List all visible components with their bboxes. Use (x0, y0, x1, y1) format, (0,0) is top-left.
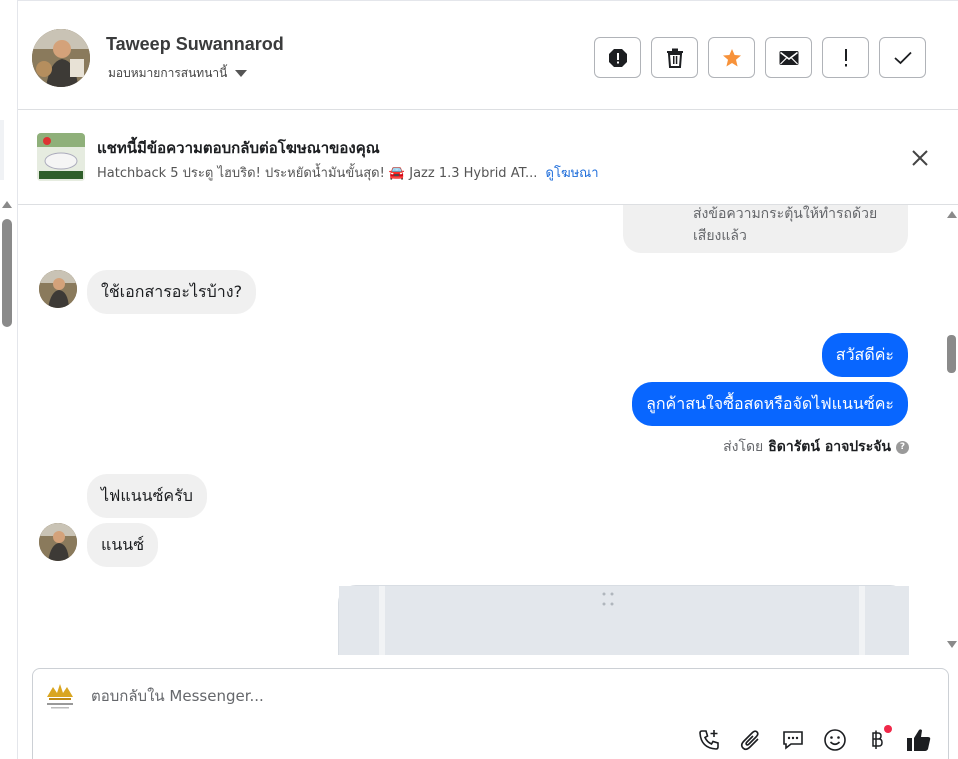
trash-icon (666, 48, 683, 68)
view-ad-link[interactable]: ดูโฆษณา (546, 166, 599, 181)
scroll-down-arrow[interactable] (947, 641, 957, 648)
payment-button[interactable] (864, 725, 892, 753)
saved-reply-icon (783, 731, 803, 750)
follow-up-button[interactable] (822, 37, 869, 78)
scroll-thumb[interactable] (947, 335, 956, 373)
ad-banner-title: แชทนี้มีข้อความตอบกลับต่อโฆษณาของคุณ (97, 139, 380, 157)
notification-dot (884, 725, 892, 733)
conversation-header: Taweep Suwannarod มอบหมายการสนทนานี้ (18, 0, 958, 110)
composer-toolbar (696, 725, 932, 753)
ad-reply-banner: แชทนี้มีข้อความตอบกลับต่อโฆษณาของคุณ Hat… (18, 110, 958, 205)
contact-name[interactable]: Taweep Suwannarod (106, 34, 284, 55)
exclamation-icon (844, 48, 847, 66)
outer-scrollbar[interactable] (0, 195, 14, 665)
close-banner-button[interactable] (910, 148, 930, 168)
message-outgoing: สวัสดีค่ะ (821, 333, 908, 377)
star-icon (722, 48, 741, 66)
image-attachment[interactable] (338, 585, 909, 655)
saved-replies-button[interactable] (780, 727, 806, 753)
thread-scrollbar[interactable] (944, 205, 958, 655)
message-incoming: แนนซ์ (87, 523, 159, 567)
paperclip-icon (740, 730, 759, 751)
scroll-thumb[interactable] (2, 219, 12, 327)
partial-line-1: ส่งข้อความกระตุ้นให้ทำรถด้วย (693, 206, 878, 222)
message-bubble-partial: ส่งข้อความกระตุ้นให้ทำรถด้วย เสียงแล้ว (623, 205, 908, 253)
conversation-actions (594, 37, 926, 78)
assign-conversation-dropdown[interactable]: มอบหมายการสนทนานี้ (108, 64, 248, 83)
like-button[interactable] (906, 727, 932, 753)
contact-avatar[interactable] (32, 29, 90, 87)
mark-unread-button[interactable] (765, 37, 812, 78)
sent-by-name[interactable]: ธิดารัตน์ อาจประจัน (768, 436, 891, 458)
emoji-button[interactable] (822, 727, 848, 753)
ad-banner-subtitle: Hatchback 5 ประตู ไฮบริด! ประหยัดน้ำมันข… (97, 162, 599, 183)
caret-down-icon (235, 70, 248, 77)
partial-line-2: เสียงแล้ว (693, 228, 747, 244)
reply-input[interactable] (91, 687, 691, 705)
message-incoming: ไฟแนนซ์ครับ (87, 474, 207, 518)
contact-avatar-small (39, 523, 77, 561)
message-incoming: ใช้เอกสารอะไรบ้าง? (87, 270, 257, 314)
close-icon (912, 150, 928, 166)
page-logo (43, 681, 77, 711)
call-button[interactable] (696, 727, 722, 753)
thumbs-up-icon (907, 729, 931, 751)
ad-thumbnail[interactable] (37, 133, 85, 181)
emoji-icon (824, 729, 846, 751)
assign-label: มอบหมายการสนทนานี้ (108, 66, 228, 80)
scroll-up-arrow[interactable] (2, 201, 12, 208)
delete-button[interactable] (651, 37, 698, 78)
sent-by-prefix: ส่งโดย (723, 439, 764, 455)
scroll-up-arrow[interactable] (947, 211, 957, 218)
message-outgoing: ลูกค้าสนใจซื้อสดหรือจัดไฟแนนซ์คะ (632, 382, 908, 426)
check-icon (893, 51, 912, 64)
contact-avatar-small (39, 270, 77, 308)
question-icon[interactable]: ? (896, 440, 909, 454)
ad-description: Hatchback 5 ประตู ไฮบริด! ประหยัดน้ำมันข… (97, 166, 538, 181)
reply-composer (32, 668, 949, 759)
sent-by-label: ส่งโดย ธิดารัตน์ อาจประจัน ? (723, 436, 909, 458)
star-button[interactable] (708, 37, 755, 78)
messenger-conversation: Taweep Suwannarod มอบหมายการสนทนานี้ แชท… (0, 0, 958, 759)
alert-octagon-icon (608, 48, 627, 67)
attach-button[interactable] (738, 727, 764, 753)
phone-add-icon (699, 730, 719, 750)
message-thread[interactable]: ส่งข้อความกระตุ้นให้ทำรถด้วย เสียงแล้ว ใ… (18, 205, 943, 655)
mark-done-button[interactable] (879, 37, 926, 78)
spam-button[interactable] (594, 37, 641, 78)
envelope-icon (779, 50, 798, 65)
collapsed-panel-tab[interactable] (0, 120, 4, 180)
